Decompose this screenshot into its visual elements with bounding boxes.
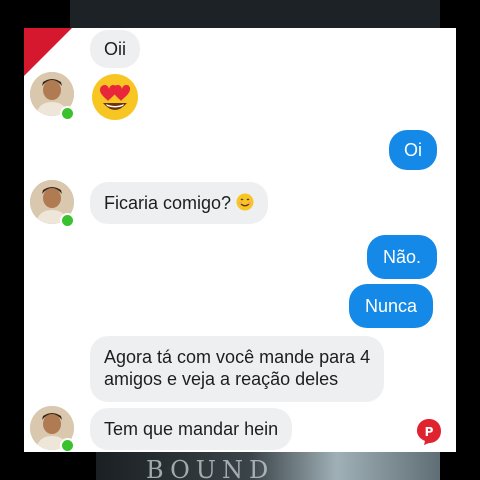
chat-screen: Oii Oi Ficaria comigo? Não. Nunca Agora … — [24, 28, 456, 452]
incoming-message: Ficaria comigo? — [90, 182, 269, 224]
video-background-bottom: BOUND — [96, 452, 440, 480]
heart-eyes-icon — [90, 72, 140, 127]
incoming-message: Oii — [90, 30, 140, 68]
message-text: Oii — [104, 39, 126, 59]
corner-ribbon — [24, 28, 72, 76]
online-status-indicator — [60, 106, 75, 121]
background-title-text: BOUND — [146, 456, 275, 480]
message-text: Nunca — [365, 296, 418, 316]
message-text: Tem que mandar hein — [104, 419, 279, 439]
message-text: Ficaria comigo? — [104, 193, 232, 213]
outgoing-message: Oi — [389, 130, 437, 170]
message-text: Oi — [404, 140, 422, 160]
video-background-top — [70, 0, 440, 28]
smile-icon — [236, 193, 254, 216]
svg-text:P: P — [425, 425, 434, 439]
online-status-indicator — [60, 438, 75, 452]
incoming-message: Agora tá com você mande para 4 amigos e … — [90, 336, 385, 402]
outgoing-message: Nunca — [349, 284, 434, 328]
incoming-message: Tem que mandar hein — [90, 408, 293, 450]
watermark-logo-icon: P — [416, 418, 442, 446]
outgoing-message: Não. — [367, 235, 438, 279]
message-text: Não. — [383, 247, 422, 267]
online-status-indicator — [60, 213, 75, 228]
message-text-line: Agora tá com você mande para 4 — [104, 347, 371, 367]
message-text-line: amigos e veja a reação deles — [104, 369, 339, 389]
